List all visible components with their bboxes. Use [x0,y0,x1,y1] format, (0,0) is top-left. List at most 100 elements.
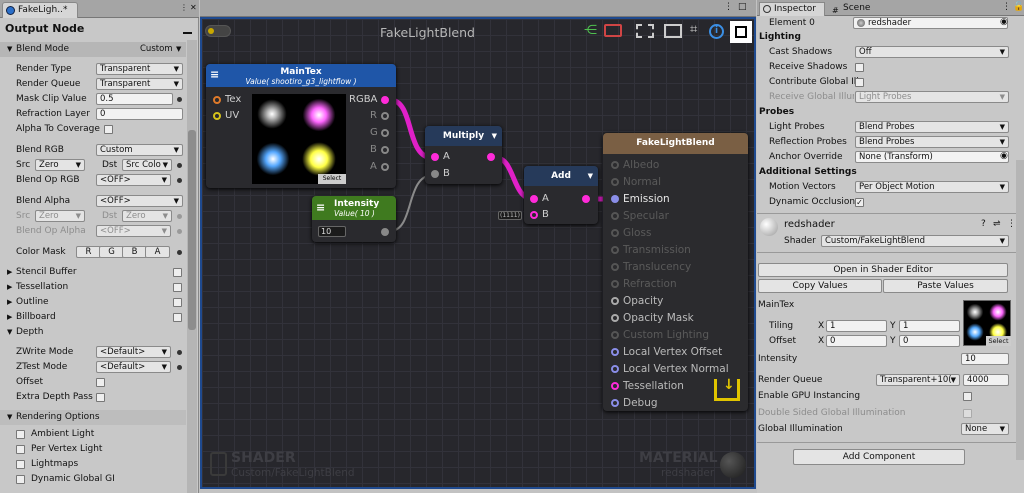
uv-input-port[interactable] [213,112,221,120]
maintex-node[interactable]: ≡ MainTex Value( shootiro_g3_lightflow )… [206,64,396,188]
cast-shadows-dropdown[interactable]: Off ▼ [855,46,1009,58]
multiply-output-port[interactable] [487,153,495,161]
port-dot-icon[interactable] [177,250,182,255]
tessellation-checkbox[interactable] [173,283,182,292]
receive-shadows-checkbox[interactable] [855,63,864,72]
ztest-dropdown[interactable]: <Default> ▼ [96,361,171,373]
select-button[interactable]: Select [318,174,346,184]
output-node[interactable]: FakeLightBlend Albedo Normal Emission Sp… [603,133,748,411]
global-illumination-dropdown[interactable]: None ▼ [961,423,1009,435]
reflection-probes-dropdown[interactable]: Blend Probes ▼ [855,136,1009,148]
stencil-checkbox[interactable] [173,268,182,277]
billboard-checkbox[interactable] [173,313,182,322]
blend-rgb-dropdown[interactable]: Custom ▼ [96,144,183,156]
offset-checkbox[interactable] [96,378,105,387]
motion-vectors-dropdown[interactable]: Per Object Motion ▼ [855,181,1009,193]
inspector-scrollbar[interactable] [1016,160,1024,460]
dst-rgb-dropdown[interactable]: Src Colo ▼ [122,159,172,171]
add-node[interactable]: Add ▼ A B [524,166,598,224]
tiling-y-field[interactable]: 1 [899,320,960,332]
add-b-port[interactable] [530,211,538,219]
maintex-thumbnail[interactable]: Select [963,300,1011,346]
port-dot-icon[interactable] [177,178,182,183]
g-output-port[interactable] [381,129,389,137]
blend-op-rgb-dropdown[interactable]: <OFF> ▼ [96,174,171,186]
r-output-port[interactable] [381,112,389,120]
light-probes-dropdown[interactable]: Blend Probes ▼ [855,121,1009,133]
element0-field[interactable]: redshader [853,17,1008,29]
contribute-gi-checkbox[interactable] [855,78,864,87]
lock-icon[interactable]: 🔓 [1013,2,1024,12]
rgba-output-port[interactable] [381,96,389,104]
outline-checkbox[interactable] [173,298,182,307]
hamburger-icon[interactable]: ≡ [316,201,325,214]
rendering-option-checkbox[interactable] [16,475,25,484]
multiply-a-port[interactable] [431,153,439,161]
close-icon[interactable]: ✕ [190,3,197,12]
rendering-options-header[interactable]: ▼ Rendering Options [0,410,186,425]
render-queue-dropdown[interactable]: Transparent+10(▼ [876,374,960,386]
intensity-node[interactable]: ≡ Intensity Value( 10 ) 10 [312,196,396,242]
open-shader-editor-button[interactable]: Open in Shader Editor [758,263,1008,277]
tab-fakelightblend[interactable]: FakeLigh..* [2,2,78,18]
preset-icon[interactable]: ⇌ [993,219,1001,229]
help-icon[interactable]: ? [981,219,986,229]
menu-icon[interactable]: ⋮ [1002,2,1011,12]
menu-icon[interactable]: ⋮ [1007,219,1016,229]
copy-values-button[interactable]: Copy Values [758,279,882,293]
object-picker-icon[interactable]: ◉ [1000,151,1008,161]
anchor-override-field[interactable]: None (Transform) [855,151,1009,163]
minimize-icon[interactable] [183,32,192,34]
gpu-instancing-checkbox[interactable] [963,392,972,401]
src-rgb-dropdown[interactable]: Zero ▼ [35,159,85,171]
left-scrollbar-thumb[interactable] [188,130,196,330]
add-b-default-value[interactable]: (1111) [498,211,522,220]
menu-icon[interactable]: ⋮ [180,3,188,12]
color-mask-r[interactable]: R [76,246,101,258]
foldout-tessellation[interactable]: ▶ Tessellation [0,280,186,295]
b-output-port[interactable] [381,146,389,154]
port-dot-icon[interactable] [177,365,182,370]
a-output-port[interactable] [381,163,389,171]
foldout-stencil[interactable]: ▶ Stencil Buffer [0,265,186,280]
tab-inspector[interactable]: Inspector [759,2,825,16]
rendering-option-checkbox[interactable] [16,445,25,454]
color-mask-b[interactable]: B [122,246,147,258]
intensity-output-port[interactable] [381,228,389,236]
maximize-icon[interactable]: □ [738,2,747,12]
paste-values-button[interactable]: Paste Values [883,279,1008,293]
foldout-billboard[interactable]: ▶ Billboard [0,310,186,325]
menu-icon[interactable]: ⋮ [724,2,733,12]
alpha-coverage-checkbox[interactable] [104,125,113,134]
foldout-depth[interactable]: ▼ Depth [0,325,186,340]
refraction-layer-field[interactable]: 0 [96,108,183,120]
multiply-b-port[interactable] [431,170,439,178]
hamburger-icon[interactable]: ≡ [210,68,219,81]
dropdown-arrow-icon[interactable]: ▼ [492,126,497,146]
blend-mode-header[interactable]: ▼ Blend Mode Custom ▼ [0,42,186,57]
tex-input-port[interactable] [213,96,221,104]
tab-scene[interactable]: # Scene [829,2,889,16]
port-dot-icon[interactable] [177,97,182,102]
rendering-option-checkbox[interactable] [16,460,25,469]
dynamic-occlusion-checkbox[interactable]: ✓ [855,198,864,207]
object-picker-icon[interactable]: ◉ [1000,17,1008,27]
intensity-field[interactable]: 10 [961,353,1009,365]
rendering-option-checkbox[interactable] [16,430,25,439]
add-output-port[interactable] [582,195,590,203]
render-queue-dropdown[interactable]: Transparent ▼ [96,78,183,90]
blend-alpha-dropdown[interactable]: <OFF> ▼ [96,195,183,207]
offset-x-field[interactable]: 0 [826,335,887,347]
add-a-port[interactable] [530,195,538,203]
zwrite-dropdown[interactable]: <Default> ▼ [96,346,171,358]
render-queue-value-field[interactable]: 4000 [963,374,1009,386]
tiling-x-field[interactable]: 1 [826,320,887,332]
select-button[interactable]: Select [986,336,1011,346]
mask-clip-field[interactable]: 0.5 [96,93,173,105]
intensity-value-field[interactable]: 10 [318,226,346,237]
color-mask-a[interactable]: A [145,246,170,258]
render-type-dropdown[interactable]: Transparent ▼ [96,63,183,75]
add-component-button[interactable]: Add Component [793,449,965,465]
offset-y-field[interactable]: 0 [899,335,960,347]
foldout-outline[interactable]: ▶ Outline [0,295,186,310]
